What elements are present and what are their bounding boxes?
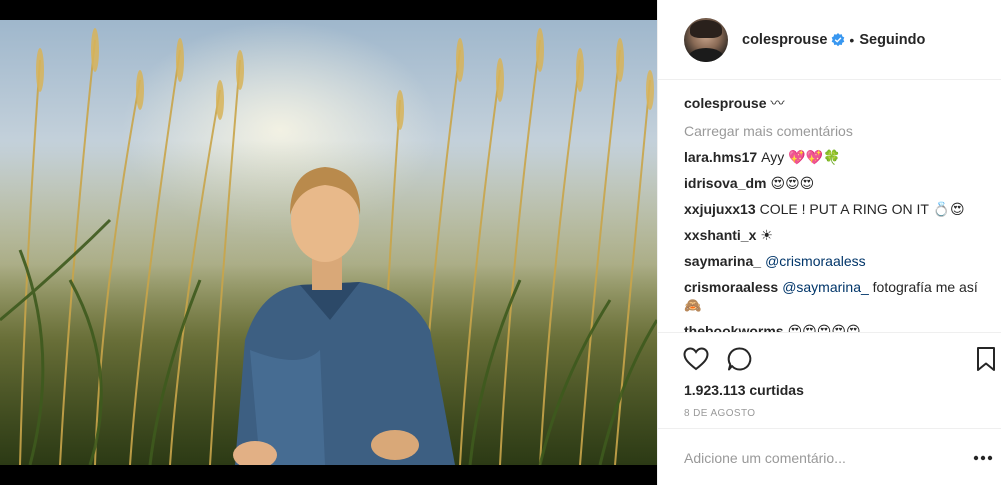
comment-username[interactable]: thebookworms [684, 323, 784, 332]
bookmark-icon[interactable] [972, 345, 1000, 373]
comment-username[interactable]: saymarina_ [684, 253, 761, 269]
person-figure [233, 167, 455, 465]
comment-text: 😍😍😍😍😍 [787, 323, 861, 332]
caption-username[interactable]: colesprouse [684, 95, 766, 111]
avatar-shirt [688, 47, 724, 62]
list-item: crismoraaless @saymarina_ fotografía me a… [684, 278, 984, 314]
comment-mention[interactable]: @crismoraaless [765, 253, 866, 269]
comment-username[interactable]: crismoraaless [684, 279, 778, 295]
separator-dot: • [849, 31, 855, 48]
comment-username[interactable]: xxshanti_x [684, 227, 756, 243]
author-username[interactable]: colesprouse [742, 32, 827, 48]
list-item: thebookworms 😍😍😍😍😍 [684, 322, 984, 332]
post-photo[interactable] [0, 20, 657, 465]
list-item: saymarina_ @crismoraaless [684, 252, 984, 270]
likes-count[interactable]: 1.923.113 curtidas [684, 382, 804, 398]
post-caption: colesprouse 〰 [684, 94, 984, 112]
comment-input[interactable] [684, 447, 944, 469]
caption-text: 〰 [770, 95, 785, 111]
list-item: idrisova_dm 😍😍😍 [684, 174, 984, 192]
comment-text: 😍😍😍 [770, 175, 815, 191]
avatar[interactable] [684, 17, 728, 62]
action-bar [658, 332, 1001, 382]
comment-text: ☀ [760, 227, 773, 243]
list-item: lara.hms17 Ayy 💖💖🍀 [684, 148, 984, 166]
comment-username[interactable]: idrisova_dm [684, 175, 766, 191]
comment-text: COLE ! PUT A RING ON IT 💍😍 [759, 201, 965, 217]
comments-list: colesprouse 〰 Carregar mais comentários l… [684, 94, 984, 332]
comment-username[interactable]: lara.hms17 [684, 149, 757, 165]
verified-icon [832, 32, 845, 46]
avatar-hair [690, 19, 722, 38]
comment-text: Ayy 💖💖🍀 [761, 149, 841, 165]
load-more-comments-button[interactable]: Carregar mais comentários [684, 122, 984, 140]
follow-status-button[interactable]: Seguindo [859, 32, 925, 48]
list-item: xxjujuxx13 COLE ! PUT A RING ON IT 💍😍 [684, 200, 984, 218]
add-comment-section [658, 428, 1001, 485]
more-options-icon[interactable] [973, 455, 993, 461]
post-side-panel: colesprouse • Seguindo colesprouse 〰 Carr… [657, 0, 1007, 485]
post-header: colesprouse • Seguindo [658, 0, 1001, 80]
heart-icon[interactable] [682, 345, 710, 373]
media-pane [0, 0, 657, 485]
post-date[interactable]: 8 DE AGOSTO [684, 408, 755, 419]
list-item: xxshanti_x ☀ [684, 226, 984, 244]
comment-username[interactable]: xxjujuxx13 [684, 201, 756, 217]
comment-icon[interactable] [726, 345, 754, 373]
comment-mention[interactable]: @saymarina_ [782, 279, 869, 295]
